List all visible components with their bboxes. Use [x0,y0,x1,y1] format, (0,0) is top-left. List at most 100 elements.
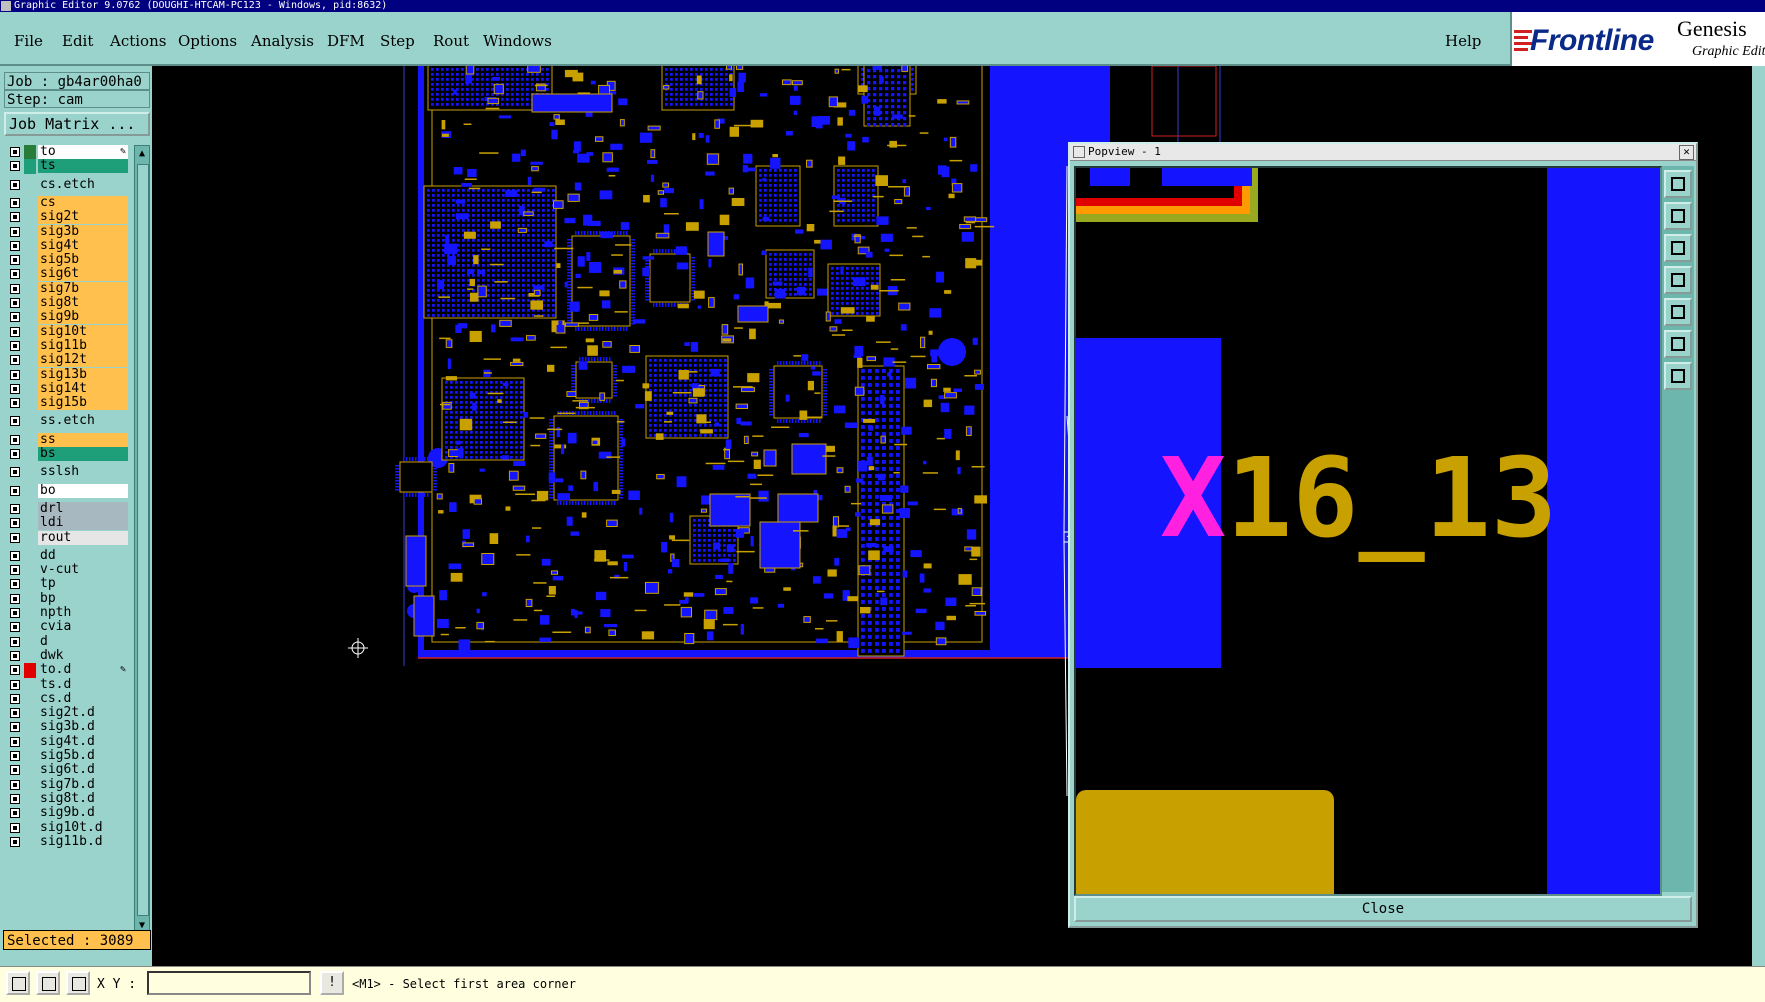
layer-color-swatch[interactable] [24,239,36,254]
menu-analysis[interactable]: Analysis [251,32,314,50]
layer-visibility-checkbox[interactable] [10,823,20,833]
layer-visibility-checkbox[interactable] [10,651,20,661]
layer-row[interactable]: v-cut [4,563,132,578]
layer-visibility-checkbox[interactable] [10,147,20,157]
menu-file[interactable]: File [14,32,43,50]
popview-pan-down-icon[interactable] [1664,234,1692,262]
layer-row[interactable]: ts.d [4,678,132,693]
layer-name[interactable]: ts.d [38,678,128,692]
layer-color-swatch[interactable] [24,339,36,354]
layer-name[interactable]: sslsh [38,465,128,479]
layer-row[interactable]: sig3b [4,225,132,240]
layer-row[interactable]: sig2t.d [4,706,132,721]
layer-color-swatch[interactable] [24,835,36,850]
layer-name[interactable]: rout [38,531,128,545]
menu-step[interactable]: Step [380,32,415,50]
layer-color-swatch[interactable] [24,821,36,836]
layer-color-swatch[interactable] [24,549,36,564]
layer-row[interactable]: cs [4,196,132,211]
layer-row[interactable]: npth [4,606,132,621]
layer-row[interactable]: sig10t.d [4,821,132,836]
layer-color-swatch[interactable] [24,225,36,240]
layer-name[interactable]: sig14t [38,382,128,396]
layer-name[interactable]: drl [38,502,128,516]
layer-visibility-checkbox[interactable] [10,327,20,337]
layer-visibility-checkbox[interactable] [10,341,20,351]
layer-color-swatch[interactable] [24,210,36,225]
layer-color-swatch[interactable] [24,749,36,764]
layer-name[interactable]: sig10t.d [38,821,128,835]
menu-edit[interactable]: Edit [62,32,93,50]
layer-color-swatch[interactable] [24,692,36,707]
layer-visibility-checkbox[interactable] [10,504,20,514]
layer-visibility-checkbox[interactable] [10,808,20,818]
layer-visibility-checkbox[interactable] [10,751,20,761]
layer-row[interactable]: sig11b [4,339,132,354]
layer-row[interactable]: bp [4,592,132,607]
grid-tool-icon[interactable] [66,971,90,995]
layer-row[interactable]: sig4t.d [4,735,132,750]
layer-visibility-checkbox[interactable] [10,416,20,426]
layer-row[interactable]: tp [4,577,132,592]
layer-color-swatch[interactable] [24,296,36,311]
layer-color-swatch[interactable] [24,620,36,635]
layer-row[interactable]: sig11b.d [4,835,132,850]
layer-list-scrollbar[interactable]: ▲ ▼ [134,145,150,935]
layer-visibility-checkbox[interactable] [10,722,20,732]
layer-color-swatch[interactable] [24,447,36,462]
layer-color-swatch[interactable] [24,577,36,592]
layer-name[interactable]: bp [38,592,128,606]
layer-visibility-checkbox[interactable] [10,780,20,790]
layer-name[interactable]: sig4t.d [38,735,128,749]
layer-name[interactable]: sig10t [38,325,128,339]
layer-visibility-checkbox[interactable] [10,637,20,647]
info-button[interactable]: ! [320,971,344,995]
layer-name[interactable]: sig3b.d [38,720,128,734]
layer-visibility-checkbox[interactable] [10,449,20,459]
menu-rout[interactable]: Rout [433,32,469,50]
layer-row[interactable]: sig6t [4,267,132,282]
layer-name[interactable]: sig8t.d [38,792,128,806]
scroll-up-icon[interactable]: ▲ [136,147,148,161]
layer-visibility-checkbox[interactable] [10,533,20,543]
layer-name[interactable]: sig9b.d [38,806,128,820]
layer-row[interactable]: sig15b [4,396,132,411]
menu-actions[interactable]: Actions [110,32,166,50]
layer-row[interactable]: sig6t.d [4,763,132,778]
layer-visibility-checkbox[interactable] [10,794,20,804]
layer-color-swatch[interactable] [24,592,36,607]
layer-visibility-checkbox[interactable] [10,227,20,237]
popview-pan-left-icon[interactable] [1664,266,1692,294]
layer-color-swatch[interactable] [24,282,36,297]
layer-row[interactable]: sig7b [4,282,132,297]
layer-row[interactable]: sig5b.d [4,749,132,764]
layer-row[interactable]: sig3b.d [4,720,132,735]
layer-visibility-checkbox[interactable] [10,255,20,265]
layer-visibility-checkbox[interactable] [10,837,20,847]
layer-color-swatch[interactable] [24,516,36,531]
layer-name[interactable]: cs.etch [38,178,128,192]
layer-row[interactable]: sig4t [4,239,132,254]
menu-help[interactable]: Help [1445,32,1481,50]
layer-visibility-checkbox[interactable] [10,737,20,747]
layer-color-swatch[interactable] [24,414,36,429]
layer-color-swatch[interactable] [24,663,36,678]
layer-color-swatch[interactable] [24,792,36,807]
popview-close-icon[interactable]: ✕ [1679,145,1694,160]
layer-name[interactable]: ldi [38,516,128,530]
layer-visibility-checkbox[interactable] [10,467,20,477]
layer-visibility-checkbox[interactable] [10,594,20,604]
xy-input[interactable] [147,971,311,995]
layer-name[interactable]: ts [38,159,128,173]
layer-row[interactable]: sig2t [4,210,132,225]
layer-visibility-checkbox[interactable] [10,312,20,322]
layer-visibility-checkbox[interactable] [10,579,20,589]
layer-name[interactable]: sig7b.d [38,778,128,792]
layer-name[interactable]: sig7b [38,282,128,296]
layer-visibility-checkbox[interactable] [10,212,20,222]
layer-name[interactable]: dd [38,549,128,563]
layer-row[interactable]: sig14t [4,382,132,397]
layer-name[interactable]: v-cut [38,563,128,577]
layer-name[interactable]: sig11b [38,339,128,353]
layer-visibility-checkbox[interactable] [10,694,20,704]
